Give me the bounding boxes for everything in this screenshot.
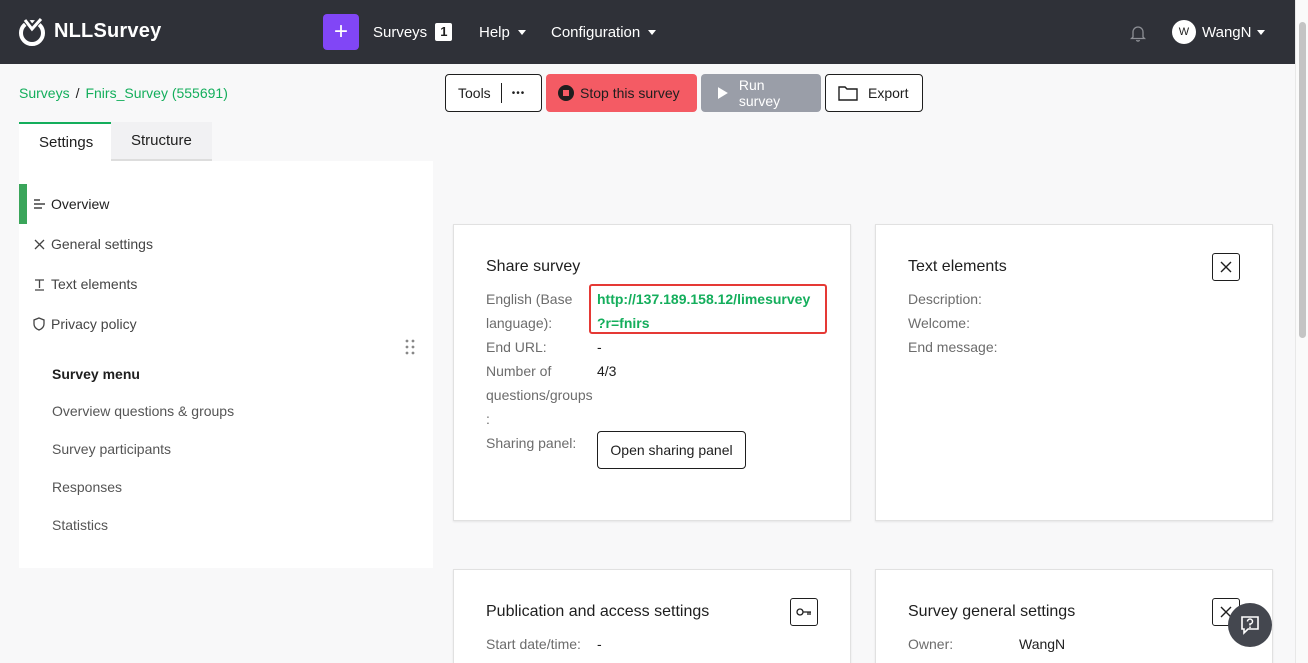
- tools-icon: [33, 238, 49, 251]
- run-survey-label: Run survey: [738, 77, 781, 109]
- welcome-label: Welcome:: [908, 315, 970, 331]
- sidebar-item-privacy-policy[interactable]: Privacy policy: [19, 304, 137, 344]
- surveys-count-badge: 1: [435, 23, 453, 41]
- export-label: Export: [868, 85, 909, 101]
- tab-structure[interactable]: Structure: [111, 122, 212, 161]
- num-questions-value: 4/3: [597, 363, 617, 379]
- settings-sidepanel: Overview General settings Text elements …: [19, 161, 433, 568]
- label-line: Number of: [486, 363, 552, 379]
- configuration-menu[interactable]: Configuration: [551, 0, 657, 64]
- top-navbar: NLLSurvey + Surveys 1 Help Configuration…: [0, 0, 1308, 64]
- end-message-label: End message:: [908, 339, 998, 355]
- bell-icon[interactable]: [1130, 24, 1146, 42]
- survey-url-link[interactable]: http://137.189.158.12/limesurvey ?r=fnir…: [597, 287, 810, 335]
- export-button[interactable]: Export: [825, 74, 923, 112]
- help-chat-button[interactable]: [1228, 603, 1272, 647]
- tools-icon: [1220, 261, 1232, 273]
- breadcrumb-surveys-link[interactable]: Surveys: [19, 85, 70, 101]
- open-sharing-panel-button[interactable]: Open sharing panel: [597, 431, 746, 469]
- menu-item-survey-participants[interactable]: Survey participants: [52, 441, 171, 457]
- user-name-label: WangN: [1202, 23, 1252, 41]
- start-date-value: -: [597, 636, 602, 652]
- tab-settings[interactable]: Settings: [19, 122, 111, 161]
- sidebar-item-general-settings[interactable]: General settings: [19, 224, 153, 264]
- key-icon: [796, 608, 811, 616]
- breadcrumb-current-survey[interactable]: Fnirs_Survey (555691): [85, 85, 227, 101]
- user-menu[interactable]: WangN: [1202, 0, 1266, 64]
- card-title: Text elements: [908, 258, 1007, 275]
- description-label: Description:: [908, 291, 982, 307]
- folder-icon: [838, 86, 858, 101]
- play-icon: [717, 87, 728, 99]
- chevron-down-icon: [648, 29, 657, 35]
- start-date-label: Start date/time:: [486, 636, 581, 652]
- url-line: http://137.189.158.12/limesurvey: [597, 291, 811, 307]
- run-survey-button[interactable]: Run survey: [701, 74, 821, 112]
- drag-handle-icon[interactable]: [404, 339, 416, 355]
- shield-icon: [33, 317, 49, 331]
- share-survey-card: Share survey English (Base language): ht…: [453, 224, 851, 521]
- num-questions-label: Number of questions/groups :: [486, 359, 593, 431]
- breadcrumb-separator: /: [75, 85, 80, 101]
- help-icon: [1241, 616, 1259, 635]
- stop-survey-button[interactable]: Stop this survey: [546, 74, 697, 112]
- sidebar-item-overview[interactable]: Overview: [19, 184, 109, 224]
- avatar[interactable]: W: [1172, 20, 1196, 44]
- card-title: Survey general settings: [908, 603, 1076, 620]
- label-line: language):: [486, 315, 553, 331]
- text-elements-card: Text elements Description: Welcome: End …: [875, 224, 1273, 521]
- page-scrollbar[interactable]: [1295, 0, 1308, 663]
- sidebar-item-label: Text elements: [51, 276, 138, 292]
- configuration-menu-label: Configuration: [551, 23, 641, 41]
- card-title: Share survey: [486, 258, 581, 275]
- stop-survey-label: Stop this survey: [580, 85, 680, 101]
- surveys-nav-link[interactable]: Surveys 1: [373, 0, 453, 64]
- general-settings-card: Survey general settings Owner: WangN: [875, 569, 1273, 663]
- chevron-down-icon: [1257, 29, 1266, 35]
- owner-value: WangN: [1019, 636, 1066, 652]
- help-menu[interactable]: Help: [479, 0, 526, 64]
- sidebar-item-label: Overview: [51, 196, 110, 212]
- menu-item-overview-questions-groups[interactable]: Overview questions & groups: [52, 403, 234, 419]
- tools-button[interactable]: Tools •••: [445, 74, 542, 112]
- menu-item-statistics[interactable]: Statistics: [52, 517, 108, 533]
- surveys-nav-label: Surveys: [373, 23, 428, 41]
- survey-menu-title: Survey menu: [52, 366, 140, 382]
- edit-text-elements-button[interactable]: [1212, 253, 1240, 281]
- list-icon: [33, 198, 49, 210]
- sidebar-item-label: Privacy policy: [51, 316, 137, 332]
- divider: [500, 83, 502, 103]
- scrollbar-thumb[interactable]: [1299, 22, 1306, 338]
- publication-access-card: Publication and access settings Start da…: [453, 569, 851, 663]
- end-url-label: End URL:: [486, 339, 547, 355]
- chevron-down-icon: [517, 29, 526, 35]
- settings-tabs: Settings Structure: [19, 122, 212, 161]
- end-url-value: -: [597, 339, 602, 355]
- stop-icon: [558, 85, 574, 101]
- sidebar-item-label: General settings: [51, 236, 153, 252]
- tools-label: Tools: [458, 85, 491, 101]
- more-icon[interactable]: •••: [512, 88, 526, 99]
- text-icon: [33, 278, 49, 291]
- url-line: ?r=fnirs: [597, 315, 650, 331]
- owner-label: Owner:: [908, 636, 954, 652]
- help-menu-label: Help: [479, 23, 510, 41]
- label-line: questions/groups: [486, 387, 593, 403]
- sidebar-item-text-elements[interactable]: Text elements: [19, 264, 137, 304]
- create-survey-button[interactable]: +: [323, 14, 359, 50]
- card-title: Publication and access settings: [486, 603, 710, 620]
- menu-item-responses[interactable]: Responses: [52, 479, 122, 495]
- breadcrumb: Surveys / Fnirs_Survey (555691): [19, 85, 228, 101]
- logo[interactable]: NLLSurvey: [18, 14, 161, 48]
- label-line: English (Base: [486, 291, 573, 307]
- logo-text: NLLSurvey: [54, 19, 162, 42]
- edit-publication-button[interactable]: [790, 598, 818, 626]
- base-language-label: English (Base language):: [486, 287, 572, 335]
- sharing-panel-label: Sharing panel:: [486, 435, 577, 451]
- label-line: :: [486, 411, 490, 427]
- logo-icon: [19, 14, 45, 46]
